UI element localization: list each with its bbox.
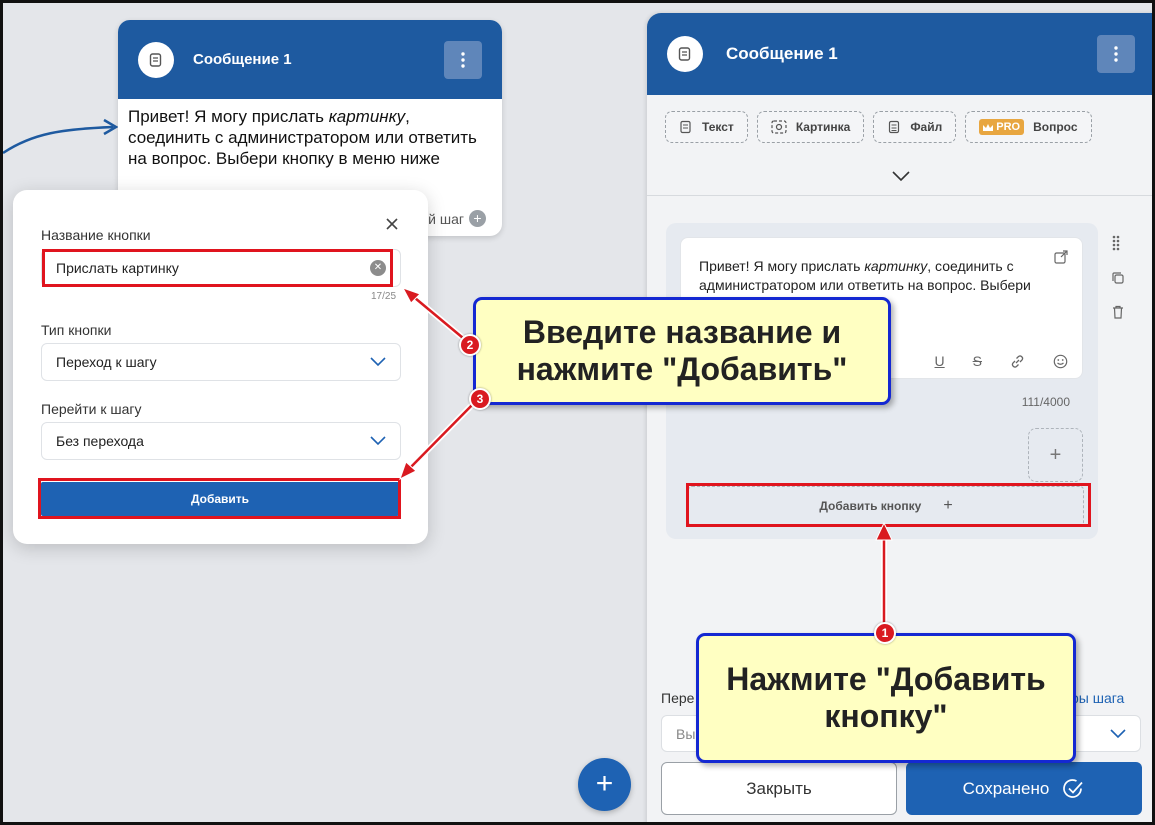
node-message-text: Привет! Я могу прислать картинку, соедин… — [118, 99, 502, 169]
add-step-fab[interactable]: + — [578, 758, 631, 811]
close-icon[interactable] — [384, 216, 400, 232]
chevron-down-icon — [1110, 728, 1126, 738]
divider — [647, 195, 1152, 196]
button-name-value: Прислать картинку — [56, 260, 179, 276]
callout-step-2: Введите название и нажмите "Добавить" — [473, 297, 891, 405]
message-icon — [138, 41, 174, 78]
chevron-down-icon — [370, 357, 386, 367]
node-text-part: Привет! Я могу прислать — [128, 107, 329, 126]
button-type-value: Переход к шагу — [56, 354, 157, 370]
tool-text-button[interactable]: Текст — [665, 111, 748, 143]
callout-step-1-text: Нажмите "Добавить кнопку" — [726, 661, 1046, 734]
more-vertical-icon — [461, 51, 465, 68]
tool-label: Картинка — [795, 120, 851, 134]
panel-header: Сообщение 1 — [647, 13, 1152, 95]
message-text-part: Привет! Я могу прислать — [699, 258, 865, 274]
callout-step-1: Нажмите "Добавить кнопку" — [696, 633, 1076, 763]
more-vertical-icon — [1114, 46, 1118, 62]
add-button-modal: Название кнопки Прислать картинку ✕ 17/2… — [13, 190, 428, 544]
add-keyboard-button-label: Добавить кнопку — [819, 499, 922, 513]
goto-step-select[interactable]: Без перехода — [41, 422, 401, 460]
attach-media-button[interactable]: + — [1028, 428, 1083, 482]
add-button[interactable]: Добавить — [41, 482, 399, 516]
step-badge-2: 2 — [459, 334, 481, 356]
button-type-select[interactable]: Переход к шагу — [41, 343, 401, 381]
button-name-label: Название кнопки — [41, 227, 151, 243]
image-icon — [771, 120, 787, 134]
text-icon — [680, 120, 691, 134]
char-counter: 111/4000 — [1021, 395, 1070, 409]
copy-icon[interactable] — [1111, 271, 1125, 285]
chevron-down-icon — [370, 436, 386, 446]
pro-badge: PRO — [979, 119, 1025, 135]
goto-step-value: Без перехода — [56, 433, 144, 449]
button-type-label: Тип кнопки — [41, 322, 112, 338]
node-text-italic: картинку — [328, 107, 406, 126]
node-menu-button[interactable] — [444, 40, 482, 79]
message-text-italic: картинку — [864, 258, 928, 274]
chevron-down-icon[interactable] — [892, 171, 910, 182]
pro-badge-label: PRO — [996, 121, 1021, 133]
close-button[interactable]: Закрыть — [661, 762, 897, 815]
delete-icon[interactable] — [1111, 305, 1125, 319]
check-circle-icon — [1063, 778, 1083, 798]
plus-icon: + — [943, 497, 953, 514]
node-header: Сообщение 1 — [118, 20, 502, 99]
plus-icon[interactable]: + — [469, 210, 486, 227]
strikethrough-icon[interactable]: S — [973, 353, 982, 369]
block-actions — [1111, 235, 1125, 319]
underline-icon[interactable]: U — [935, 353, 945, 369]
crown-icon — [983, 123, 994, 131]
next-step-link[interactable]: ры шага — [1071, 690, 1124, 706]
emoji-icon[interactable] — [1053, 354, 1068, 369]
next-step-label: Пере — [661, 690, 695, 706]
button-name-input[interactable]: Прислать картинку ✕ — [41, 249, 401, 287]
add-keyboard-button[interactable]: Добавить кнопку + — [688, 486, 1084, 526]
screenshot-frame: Сообщение 1 Привет! Я могу прислать карт… — [0, 0, 1155, 825]
tool-file-button[interactable]: Файл — [873, 111, 957, 143]
message-icon — [667, 36, 703, 72]
saved-button[interactable]: Сохранено — [906, 762, 1142, 815]
goto-step-label: Перейти к шагу — [41, 401, 142, 417]
link-icon[interactable] — [1010, 354, 1025, 369]
clear-input-icon[interactable]: ✕ — [370, 260, 386, 276]
tool-question-button[interactable]: PRO Вопрос — [965, 111, 1092, 143]
step-badge-1: 1 — [874, 622, 896, 644]
file-icon — [889, 120, 900, 134]
tool-image-button[interactable]: Картинка — [756, 111, 865, 143]
tool-label: Текст — [702, 120, 734, 134]
callout-step-2-text: Введите название и нажмите "Добавить" — [516, 314, 848, 387]
next-step-placeholder: Вы — [676, 725, 696, 742]
tool-label: Файл — [910, 120, 943, 134]
button-name-counter: 17/25 — [371, 291, 397, 302]
drag-handle-icon[interactable] — [1111, 235, 1121, 251]
content-type-toolbar: Текст Картинка Файл PRO Вопрос — [665, 111, 1092, 143]
step-badge-3: 3 — [469, 388, 491, 410]
saved-label: Сохранено — [962, 778, 1050, 798]
node-title: Сообщение 1 — [193, 51, 292, 68]
panel-title: Сообщение 1 — [726, 44, 838, 63]
plus-icon: + — [1049, 443, 1062, 466]
tool-label: Вопрос — [1033, 120, 1078, 134]
panel-menu-button[interactable] — [1097, 35, 1135, 73]
